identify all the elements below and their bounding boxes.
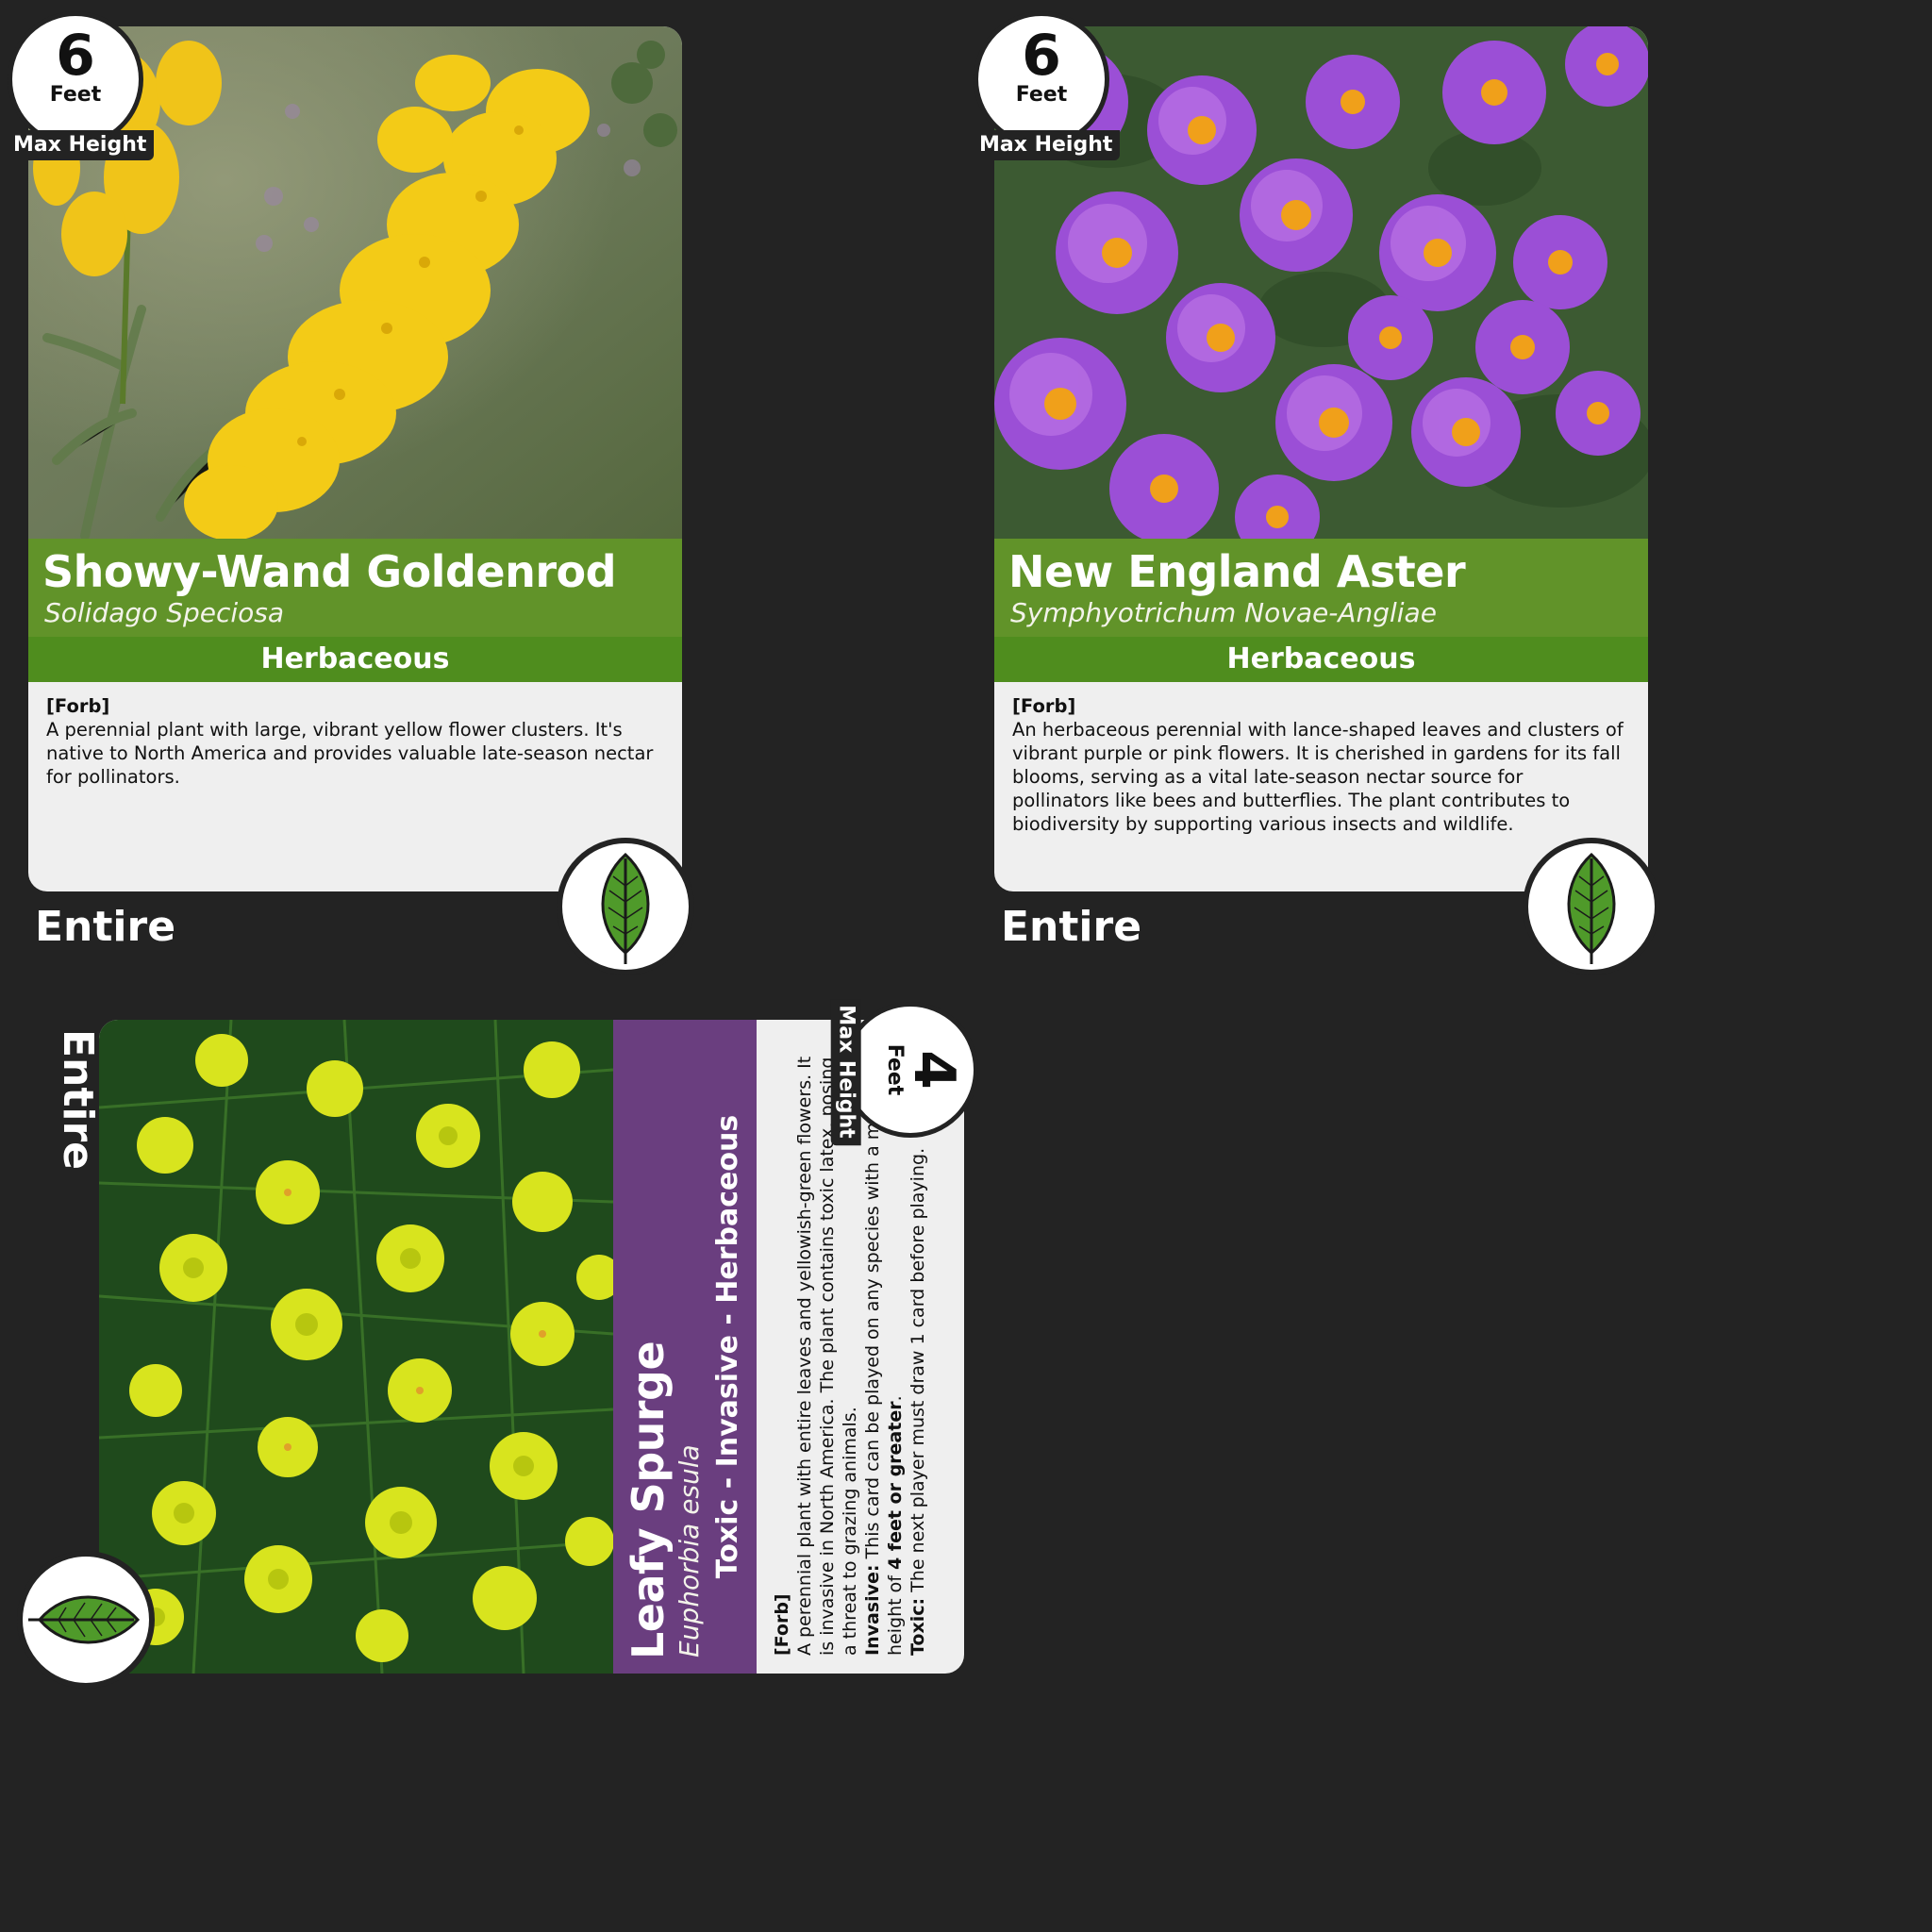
leaf-margin-label: Entire [54, 1028, 103, 1171]
max-height-badge: 6 Feet [974, 11, 1109, 147]
entire-leaf-icon [601, 852, 650, 964]
height-unit: Feet [49, 83, 102, 107]
entire-leaf-icon [28, 1595, 141, 1644]
max-height-label: Max Height [974, 130, 1121, 160]
description: [Forb] An herbaceous perennial with lanc… [1012, 694, 1625, 836]
leaf-margin-badge [17, 1551, 155, 1689]
title-band: New England Aster Symphyotrichum Novae-A… [994, 539, 1648, 637]
spurge-photo [99, 1020, 613, 1674]
max-height-badge: 4 Feet [842, 1002, 978, 1138]
toxic-label: Toxic: [908, 1597, 928, 1656]
plant-type: Herbaceous [28, 637, 682, 682]
toxic-text: The next player must draw 1 card before … [908, 1147, 928, 1592]
height-value: 4 [901, 1050, 967, 1090]
invasive-end: . [885, 1395, 906, 1402]
height-value: 6 [1022, 23, 1061, 89]
scientific-name: Euphorbia esula [674, 1444, 705, 1657]
entire-leaf-icon [1567, 852, 1616, 964]
leaf-margin-label: Entire [35, 903, 176, 951]
description-text: A perennial plant with large, vibrant ye… [46, 719, 654, 788]
description: [Forb] A perennial plant with large, vib… [46, 694, 659, 789]
height-value: 6 [56, 23, 95, 89]
height-unit: Feet [883, 1043, 907, 1096]
title-band: Leafy Spurge Euphorbia esula Toxic - Inv… [613, 1020, 757, 1674]
plant-type: Toxic - Invasive - Herbaceous [711, 1114, 744, 1579]
plant-name: New England Aster [1008, 546, 1466, 597]
title-band: Showy-Wand Goldenrod Solidago Speciosa [28, 539, 682, 637]
category-tag: [Forb] [1012, 695, 1076, 717]
leaf-margin-badge [557, 838, 694, 975]
max-height-label: Max Height [8, 130, 155, 160]
invasive-bold: 4 feet or greater [885, 1401, 906, 1571]
scientific-name: Symphyotrichum Novae-Angliae [1010, 597, 1437, 628]
plant-name: Leafy Spurge [623, 1341, 674, 1659]
invasive-label: Invasive: [862, 1564, 883, 1657]
category-tag: [Forb] [772, 1593, 792, 1656]
height-unit: Feet [1015, 83, 1068, 107]
plant-name: Showy-Wand Goldenrod [42, 546, 617, 597]
leaf-margin-badge [1523, 838, 1660, 975]
scientific-name: Solidago Speciosa [44, 597, 285, 628]
max-height-label: Max Height [830, 999, 861, 1146]
plant-type: Herbaceous [994, 637, 1648, 682]
category-tag: [Forb] [46, 695, 110, 717]
leaf-margin-label: Entire [1001, 903, 1142, 951]
description-text: A perennial plant with entire leaves and… [794, 1056, 860, 1656]
description-text: An herbaceous perennial with lance-shape… [1012, 719, 1624, 835]
max-height-badge: 6 Feet [8, 11, 143, 147]
